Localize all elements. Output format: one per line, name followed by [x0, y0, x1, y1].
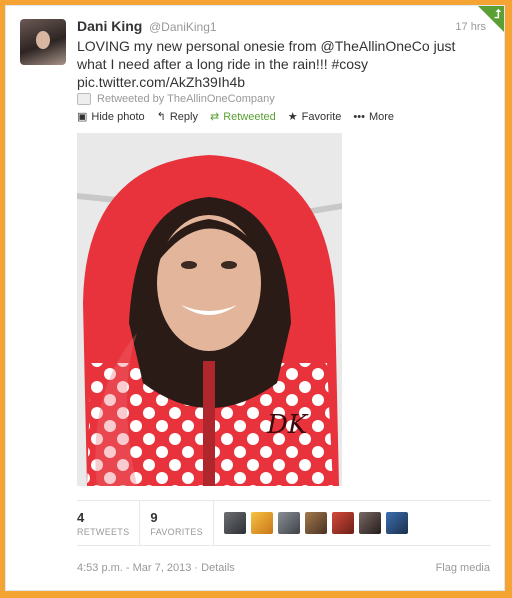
tweet-text-line: LOVING my new personal onesie from @TheA… [77, 38, 456, 54]
flag-media-link[interactable]: Flag media [436, 562, 490, 574]
avatar[interactable] [358, 512, 381, 534]
retweeted-by-label[interactable]: Retweeted by TheAllinOneCompany [97, 93, 275, 105]
retweeted-label: Retweeted [223, 110, 276, 123]
reply-icon: ↰ [156, 111, 166, 123]
tweet-timestamp-relative[interactable]: 17 hrs [455, 21, 486, 33]
tweet-card: ⮥ Dani King @DaniKing1 17 hrs LOVING my … [5, 5, 505, 591]
favorites-stat[interactable]: 9 FAVORITES [150, 501, 214, 545]
avatar[interactable] [250, 512, 273, 534]
retweeted-by: Retweeted by TheAllinOneCompany [77, 93, 275, 105]
tweet-stats: 4 RETWEETS 9 FAVORITES [77, 500, 491, 546]
footer-separator: · [194, 562, 199, 574]
retweets-stat[interactable]: 4 RETWEETS [77, 501, 141, 545]
more-dots-icon: ••• [353, 110, 365, 123]
author-handle[interactable]: @DaniKing1 [149, 20, 217, 34]
details-link[interactable]: Details [201, 562, 235, 574]
tweet-photo[interactable]: DK [77, 133, 342, 486]
retweets-label: RETWEETS [77, 526, 130, 537]
tweet-actions: ▣ Hide photo ↰ Reply ⇄ Retweeted ★ Favor… [77, 110, 406, 124]
tweet-text: LOVING my new personal onesie from @TheA… [77, 37, 477, 91]
favorites-count: 9 [150, 509, 158, 525]
svg-text:DK: DK [266, 410, 309, 440]
author-name[interactable]: Dani King [77, 18, 142, 34]
retweet-icon: ⇄ [209, 111, 220, 123]
retweet-small-icon [77, 93, 91, 105]
avatar[interactable] [277, 512, 300, 534]
avatar[interactable] [331, 512, 354, 534]
tweet-footer: 4:53 p.m. - Mar 7, 2013 · Details [77, 562, 235, 574]
retweet-corner-arrow-icon: ⮥ [493, 7, 501, 21]
favoriters-avatars [223, 512, 413, 534]
avatar[interactable] [385, 512, 408, 534]
favorites-label: FAVORITES [150, 526, 203, 537]
favorite-button[interactable]: ★ Favorite [287, 110, 342, 124]
photo-icon: ▣ [77, 111, 88, 123]
retweeted-button[interactable]: ⇄ Retweeted [209, 110, 276, 124]
favorite-label: Favorite [301, 110, 342, 123]
reply-label: Reply [169, 110, 198, 123]
tweet-media-link[interactable]: pic.twitter.com/AkZh39Ih4b [77, 73, 477, 91]
more-label: More [368, 110, 395, 123]
reply-button[interactable]: ↰ Reply [156, 110, 198, 124]
avatar[interactable] [304, 512, 327, 534]
tweet-full-timestamp: 4:53 p.m. - Mar 7, 2013 [77, 562, 192, 574]
more-button[interactable]: ••• More [353, 111, 394, 123]
star-icon: ★ [287, 111, 298, 123]
photo-illustration: DK [77, 133, 342, 486]
hide-photo-button[interactable]: ▣ Hide photo [77, 110, 145, 124]
avatar[interactable] [223, 512, 246, 534]
avatar[interactable] [20, 19, 66, 65]
avatar-face [36, 31, 50, 49]
hide-photo-label: Hide photo [91, 110, 145, 123]
tweet-text-line: what I need after a long ride in the rai… [77, 56, 369, 72]
retweets-count: 4 [77, 509, 85, 525]
